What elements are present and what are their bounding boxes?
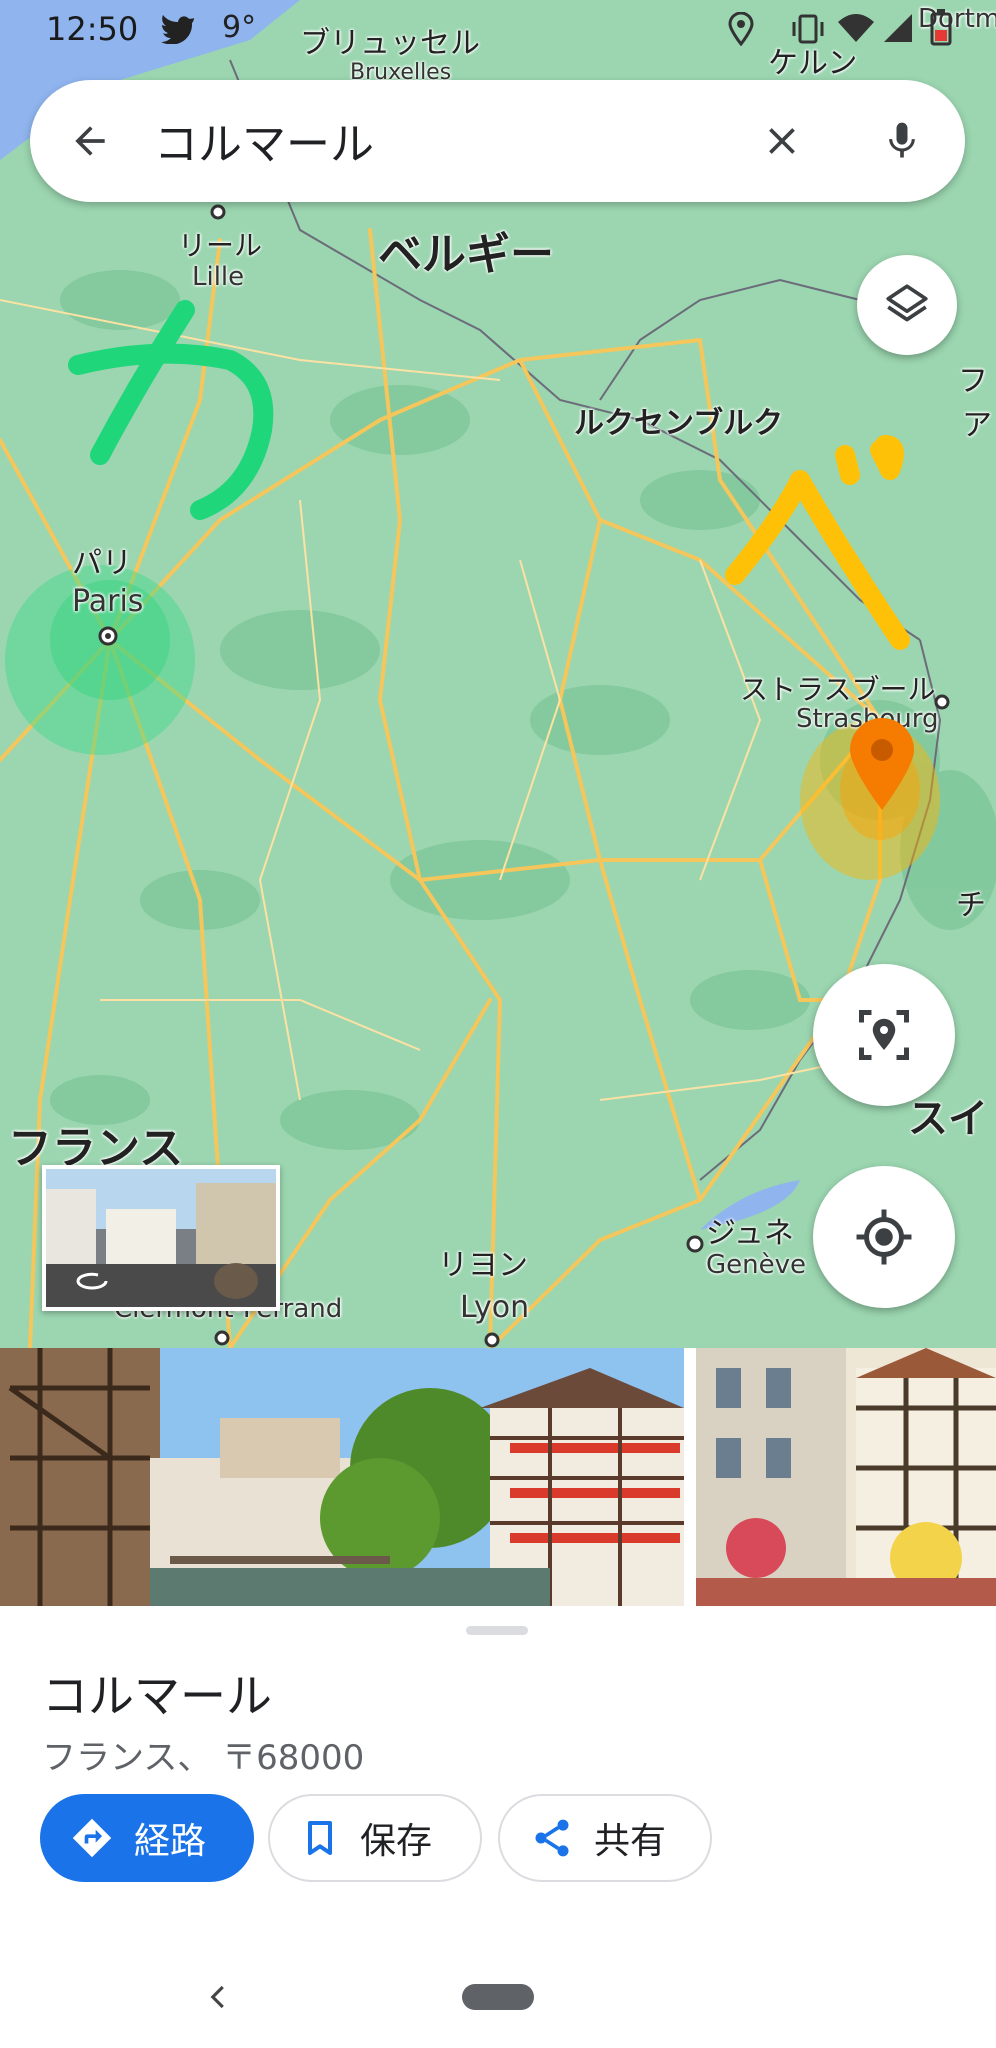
location-frame-button[interactable] bbox=[813, 964, 955, 1106]
search-query[interactable]: コルマール bbox=[154, 108, 374, 172]
layers-button[interactable] bbox=[857, 255, 957, 355]
city-label-lille: リール bbox=[178, 229, 263, 262]
share-label: 共有 bbox=[594, 1821, 667, 1862]
search-bar[interactable]: コルマール bbox=[30, 80, 965, 202]
clear-search-button[interactable] bbox=[752, 111, 812, 171]
city-latin-paris: Paris bbox=[72, 584, 144, 619]
wifi-icon bbox=[838, 14, 874, 42]
place-photo[interactable] bbox=[696, 1348, 996, 1606]
save-label: 保存 bbox=[360, 1821, 433, 1862]
back-button[interactable] bbox=[60, 111, 120, 171]
place-address: フランス、 〒68000 bbox=[42, 1738, 365, 1778]
my-location-button[interactable] bbox=[813, 1166, 955, 1308]
city-label-strasbourg: ストラスブール bbox=[740, 673, 936, 706]
twitter-icon bbox=[161, 15, 194, 44]
directions-label: 経路 bbox=[134, 1821, 207, 1862]
home-pill-icon[interactable] bbox=[462, 1984, 534, 2010]
location-icon bbox=[728, 12, 754, 46]
location-pin-icon[interactable] bbox=[846, 716, 918, 812]
bookmark-icon bbox=[300, 1816, 340, 1860]
city-label-partial-fu: フ bbox=[958, 364, 988, 399]
sheet-drag-handle[interactable] bbox=[466, 1626, 528, 1635]
city-latin-geneva: Genève bbox=[706, 1250, 807, 1280]
city-latin-lyon: Lyon bbox=[460, 1290, 530, 1325]
status-bar: 12:50 9° bbox=[0, 0, 996, 60]
close-icon bbox=[769, 128, 795, 154]
city-label-partial-chi: チ bbox=[956, 888, 986, 923]
status-temperature: 9° bbox=[222, 10, 257, 45]
city-label-geneva: ジュネ bbox=[706, 1216, 794, 1251]
status-time: 12:50 bbox=[46, 10, 139, 48]
street-view-thumbnail[interactable] bbox=[42, 1165, 280, 1311]
my-location-icon bbox=[856, 1209, 912, 1265]
share-button[interactable]: 共有 bbox=[498, 1794, 712, 1882]
photo-carousel[interactable] bbox=[0, 1348, 996, 1606]
place-photo[interactable] bbox=[0, 1348, 684, 1606]
country-label-belgium: ベルギー bbox=[378, 229, 554, 280]
map-view[interactable]: ブリュッセル Bruxelles ケルン Dortm ベルギー リール Lill… bbox=[0, 0, 996, 1348]
voice-search-button[interactable] bbox=[872, 111, 932, 171]
share-icon bbox=[530, 1816, 574, 1860]
place-title: コルマール bbox=[42, 1669, 272, 1723]
system-nav-bar bbox=[0, 1928, 996, 2048]
location-frame-icon bbox=[859, 1010, 909, 1060]
save-button[interactable]: 保存 bbox=[268, 1794, 482, 1882]
city-label-partial-a: ア bbox=[962, 408, 992, 443]
mic-icon bbox=[889, 122, 915, 158]
directions-icon bbox=[70, 1816, 114, 1860]
nav-back-icon[interactable] bbox=[204, 1982, 234, 2012]
street-view-360-icon bbox=[76, 1272, 108, 1290]
city-label-paris: パリ bbox=[72, 546, 132, 581]
arrow-back-icon bbox=[75, 126, 105, 156]
vibrate-icon bbox=[792, 14, 824, 44]
battery-icon bbox=[930, 9, 952, 46]
signal-icon bbox=[884, 14, 912, 42]
city-latin-lille: Lille bbox=[192, 262, 245, 292]
country-label-luxembourg: ルクセンブルク bbox=[574, 406, 784, 441]
city-label-lyon: リヨン bbox=[438, 1248, 528, 1283]
layers-icon bbox=[886, 284, 928, 322]
directions-button[interactable]: 経路 bbox=[40, 1794, 254, 1882]
